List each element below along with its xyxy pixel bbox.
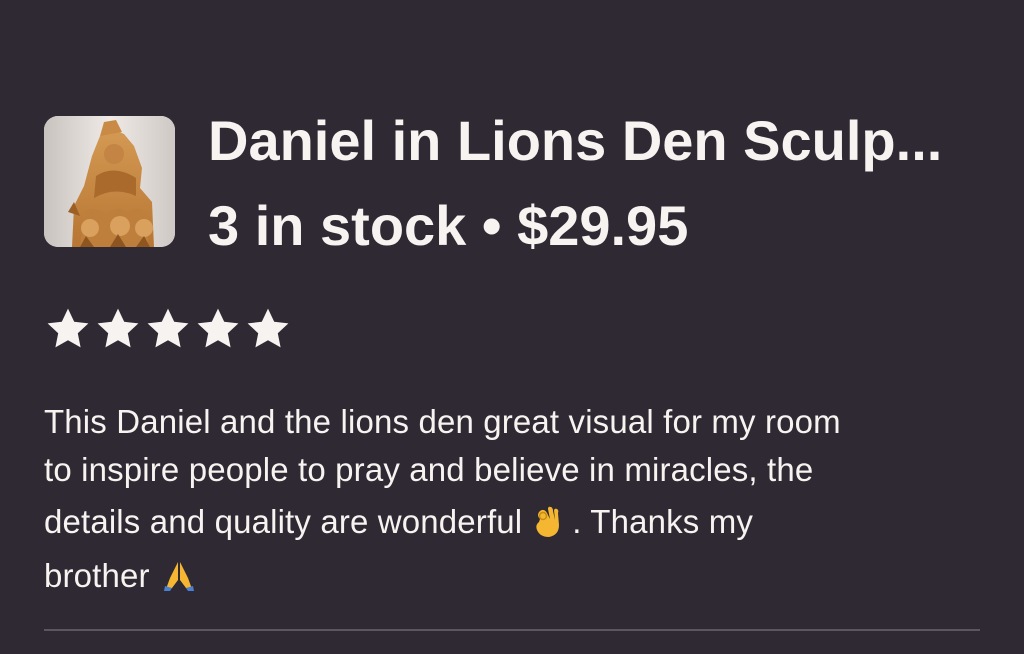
review-line: brother — [44, 552, 994, 600]
separator-dot: • — [481, 194, 502, 257]
ok-hand-icon — [536, 506, 560, 537]
star-rating — [44, 305, 292, 353]
star-icon — [247, 308, 289, 348]
divider — [44, 629, 980, 631]
review-line: details and quality are wonderful . Than… — [44, 498, 994, 546]
listing-thumbnail[interactable] — [44, 116, 175, 247]
listing-title[interactable]: Daniel in Lions Den Sculp... — [208, 105, 998, 177]
star-icon — [197, 308, 239, 348]
star-icon — [47, 308, 89, 348]
review-line: This Daniel and the lions den great visu… — [44, 403, 841, 440]
stock-price-line: 3 in stock • $29.95 — [208, 188, 688, 264]
review-text: This Daniel and the lions den great visu… — [44, 398, 994, 600]
review-text-segment: brother — [44, 557, 150, 594]
stock-count: 3 in stock — [208, 194, 467, 257]
star-icon — [97, 308, 139, 348]
review-text-segment: . Thanks my — [572, 503, 754, 540]
review-card: Daniel in Lions Den Sculp... 3 in stock … — [0, 0, 1024, 654]
folded-hands-icon — [163, 562, 194, 591]
review-text-segment: details and quality are wonderful — [44, 503, 523, 540]
sculpture-image-icon — [44, 116, 175, 247]
review-line: to inspire people to pray and believe in… — [44, 451, 814, 488]
star-icon — [147, 308, 189, 348]
price: $29.95 — [517, 194, 689, 257]
